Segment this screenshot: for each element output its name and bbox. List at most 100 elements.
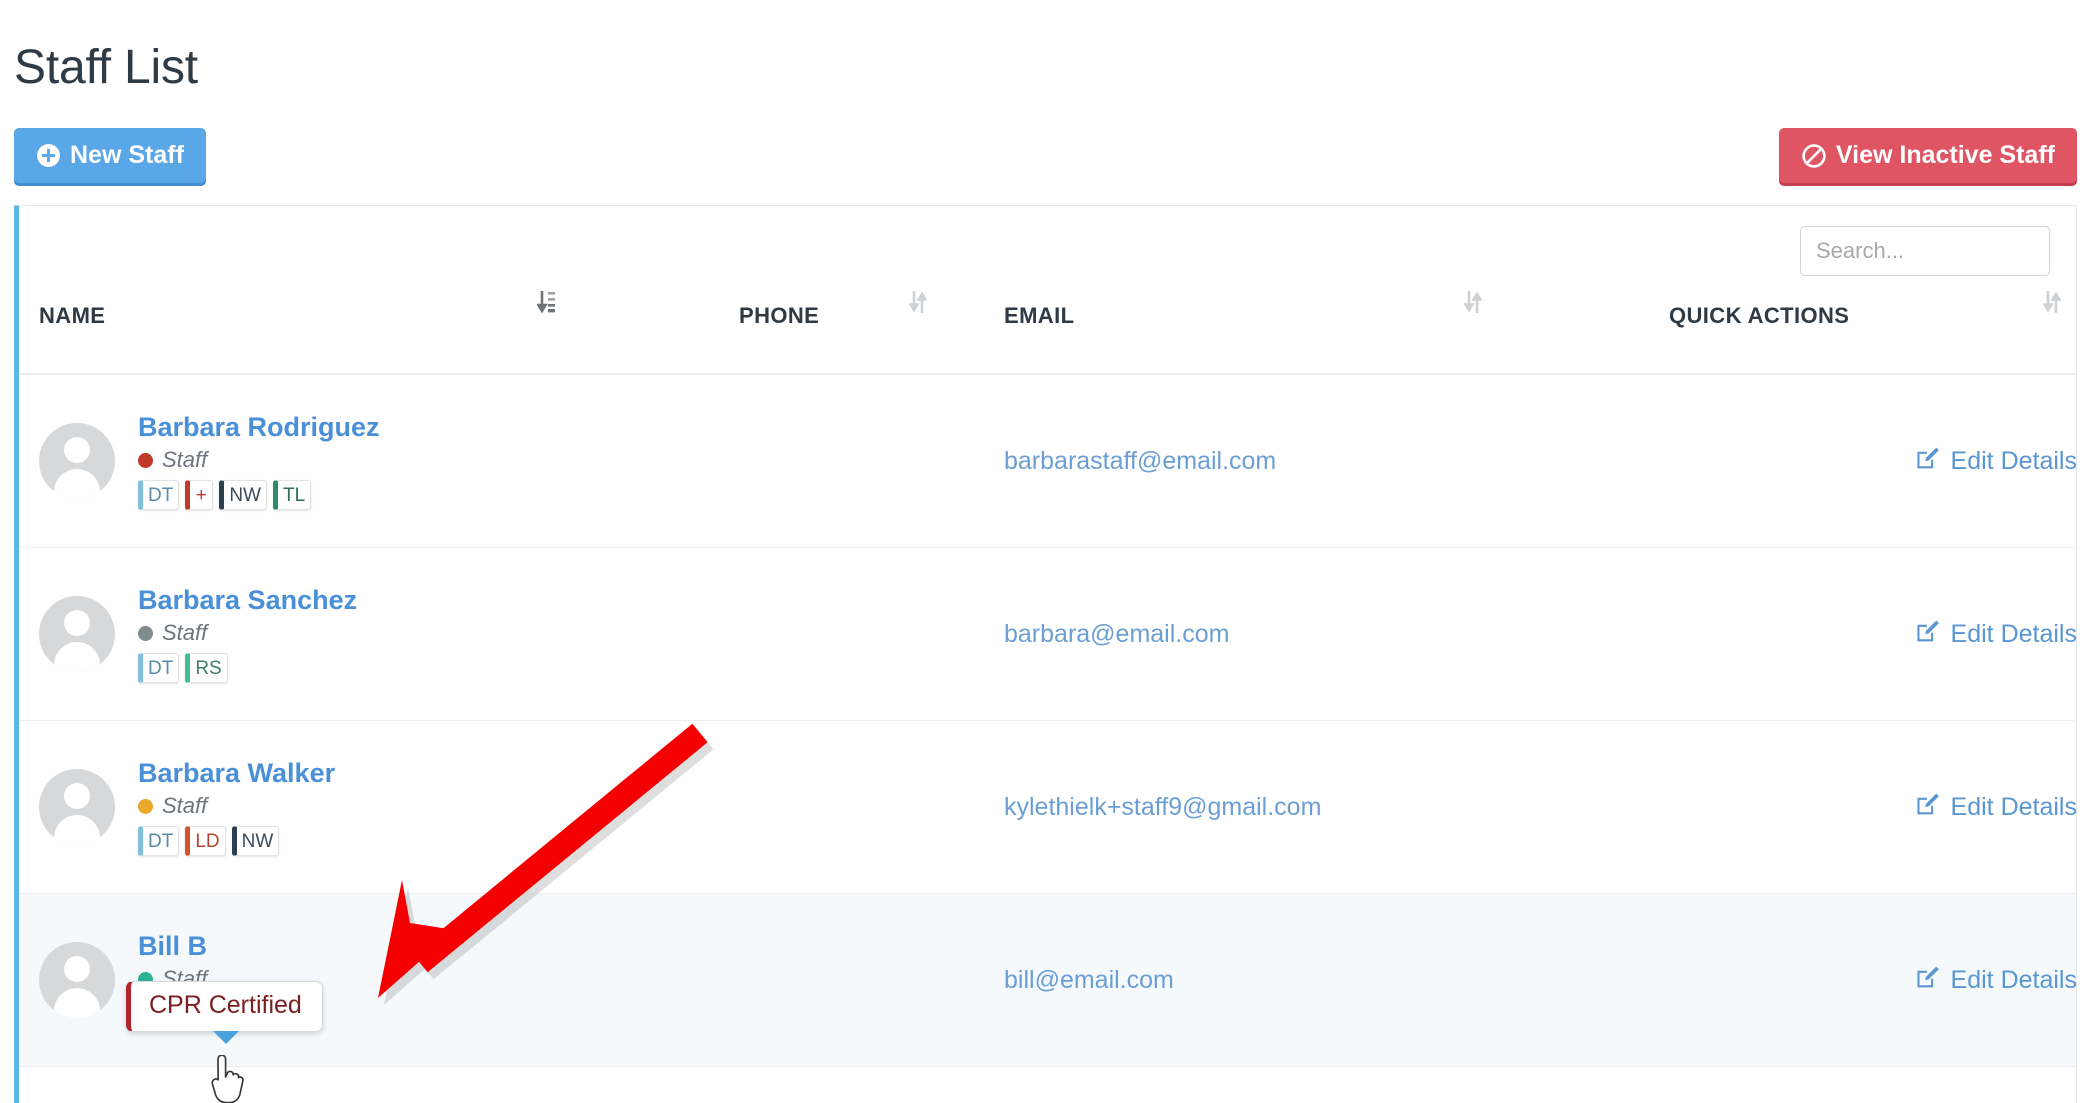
role-line: Staff bbox=[138, 620, 357, 646]
edit-details-link[interactable]: Edit Details bbox=[1915, 618, 2077, 651]
certification-badge[interactable]: NW bbox=[219, 480, 267, 511]
name-block: Barbara Sanchez Staff DT RS bbox=[138, 585, 357, 684]
avatar-body-shape bbox=[54, 988, 100, 1018]
table-body: Barbara Rodriguez Staff DT + NW TL barbaras… bbox=[19, 374, 2077, 1067]
edit-details-link[interactable]: Edit Details bbox=[1915, 791, 2077, 824]
sort-icon[interactable] bbox=[1463, 289, 1483, 321]
staff-name-link[interactable]: Bill B bbox=[138, 931, 263, 962]
staff-list-page: Staff List New Staff View Inactive Staff bbox=[0, 0, 2091, 1103]
view-inactive-staff-label: View Inactive Staff bbox=[1835, 141, 2055, 169]
badge-list: DT RS bbox=[138, 653, 357, 684]
avatar-body-shape bbox=[54, 815, 100, 845]
cell-email: barbarastaff@email.com bbox=[1004, 374, 1669, 548]
email-link[interactable]: kylethielk+staff9@gmail.com bbox=[1004, 793, 1321, 822]
avatar bbox=[39, 769, 115, 845]
cell-quick-actions: Edit Details bbox=[1669, 547, 2077, 721]
sort-amount-down-icon[interactable] bbox=[536, 289, 557, 321]
cell-quick-actions: Edit Details bbox=[1669, 893, 2077, 1067]
column-header-email[interactable]: EMAIL bbox=[1004, 291, 1669, 375]
cell-quick-actions: Edit Details bbox=[1669, 374, 2077, 548]
table-header: NAME PHONE EMAIL QUICK ACTIONS bbox=[19, 291, 2076, 375]
edit-icon bbox=[1915, 445, 1941, 478]
staff-name-link[interactable]: Barbara Rodriguez bbox=[138, 412, 380, 443]
status-dot bbox=[138, 625, 153, 641]
edit-details-label: Edit Details bbox=[1950, 792, 2077, 821]
cell-name: Barbara Walker Staff DT LD NW bbox=[19, 720, 739, 894]
role-label: Staff bbox=[162, 447, 208, 473]
avatar bbox=[39, 423, 115, 499]
plus-circle-icon bbox=[36, 143, 61, 168]
staff-table-card: NAME bbox=[14, 205, 2077, 1103]
new-staff-label: New Staff bbox=[70, 141, 184, 169]
cell-name: Barbara Rodriguez Staff DT + NW TL bbox=[19, 374, 739, 548]
edit-details-link[interactable]: Edit Details bbox=[1915, 964, 2077, 997]
search-input[interactable] bbox=[1800, 226, 2050, 276]
email-link[interactable]: bill@email.com bbox=[1004, 966, 1174, 995]
status-dot bbox=[138, 798, 153, 814]
table-row[interactable]: Barbara Walker Staff DT LD NW kylethielk+s… bbox=[19, 720, 2077, 894]
table-row[interactable]: Barbara Rodriguez Staff DT + NW TL barbaras… bbox=[19, 374, 2077, 548]
sort-icon[interactable] bbox=[908, 289, 928, 321]
email-link[interactable]: barbarastaff@email.com bbox=[1004, 447, 1276, 476]
column-label-quick-actions: QUICK ACTIONS bbox=[1669, 303, 1850, 328]
edit-details-label: Edit Details bbox=[1950, 446, 2077, 475]
certification-badge[interactable]: DT bbox=[138, 480, 180, 511]
edit-details-label: Edit Details bbox=[1950, 619, 2077, 648]
certification-badge[interactable]: DT bbox=[138, 653, 180, 684]
column-header-phone[interactable]: PHONE bbox=[739, 291, 1004, 375]
cell-name: Bill B Staff DT+NC bbox=[19, 893, 739, 1067]
role-label: Staff bbox=[162, 793, 208, 819]
role-line: Staff bbox=[138, 793, 335, 819]
cell-email: kylethielk+staff9@gmail.com bbox=[1004, 720, 1669, 894]
avatar-body-shape bbox=[54, 642, 100, 672]
action-button-row: New Staff View Inactive Staff bbox=[0, 128, 2091, 190]
certification-badge[interactable]: TL bbox=[272, 480, 312, 511]
avatar-head-shape bbox=[64, 956, 90, 982]
edit-details-label: Edit Details bbox=[1950, 965, 2077, 994]
role-line: Staff bbox=[138, 447, 380, 473]
staff-identity: Barbara Sanchez Staff DT RS bbox=[19, 548, 739, 720]
staff-identity: Barbara Rodriguez Staff DT + NW TL bbox=[19, 375, 739, 547]
name-block: Barbara Walker Staff DT LD NW bbox=[138, 758, 335, 857]
staff-name-link[interactable]: Barbara Sanchez bbox=[138, 585, 357, 616]
view-inactive-staff-button[interactable]: View Inactive Staff bbox=[1778, 128, 2077, 183]
edit-details-link[interactable]: Edit Details bbox=[1915, 445, 2077, 478]
avatar-head-shape bbox=[64, 783, 90, 809]
cell-email: bill@email.com bbox=[1004, 893, 1669, 1067]
table-row[interactable]: Bill B Staff DT+NC bill@email.com bbox=[19, 893, 2077, 1067]
staff-name-link[interactable]: Barbara Walker bbox=[138, 758, 335, 789]
staff-table: NAME PHONE EMAIL QUICK ACTIONS Barbara R… bbox=[19, 291, 2077, 1067]
avatar-body-shape bbox=[54, 469, 100, 499]
email-link[interactable]: barbara@email.com bbox=[1004, 620, 1229, 649]
cell-email: barbara@email.com bbox=[1004, 547, 1669, 721]
certification-badge[interactable]: NW bbox=[231, 826, 280, 857]
search-container bbox=[1800, 226, 2050, 276]
edit-icon bbox=[1915, 618, 1941, 651]
tooltip-text: CPR Certified bbox=[149, 991, 302, 1019]
edit-icon bbox=[1915, 791, 1941, 824]
cell-name: Barbara Sanchez Staff DT RS bbox=[19, 547, 739, 721]
certification-badge[interactable]: LD bbox=[185, 826, 226, 857]
column-label-phone: PHONE bbox=[739, 303, 820, 328]
avatar-head-shape bbox=[64, 610, 90, 636]
certification-badge[interactable]: + bbox=[185, 480, 214, 511]
page-title: Staff List bbox=[14, 41, 198, 95]
cell-phone bbox=[739, 374, 1004, 548]
edit-icon bbox=[1915, 964, 1941, 997]
role-label: Staff bbox=[162, 620, 208, 646]
staff-identity: Barbara Walker Staff DT LD NW bbox=[19, 721, 739, 893]
certification-badge[interactable]: RS bbox=[185, 653, 228, 684]
badge-list: DT LD NW bbox=[138, 826, 335, 857]
avatar bbox=[39, 942, 115, 1018]
ban-icon bbox=[1801, 143, 1827, 169]
table-header-row: NAME PHONE EMAIL QUICK ACTIONS bbox=[19, 291, 2076, 375]
column-header-name[interactable]: NAME bbox=[19, 291, 739, 375]
column-header-quick-actions[interactable]: QUICK ACTIONS bbox=[1669, 291, 2076, 375]
staff-identity: Bill B Staff DT+NC bbox=[19, 894, 739, 1066]
name-block: Barbara Rodriguez Staff DT + NW TL bbox=[138, 412, 380, 511]
column-label-name: NAME bbox=[39, 303, 106, 328]
certification-badge[interactable]: DT bbox=[138, 826, 180, 857]
sort-icon[interactable] bbox=[2042, 289, 2062, 321]
new-staff-button[interactable]: New Staff bbox=[14, 128, 206, 183]
table-row[interactable]: Barbara Sanchez Staff DT RS barbara@email… bbox=[19, 547, 2077, 721]
